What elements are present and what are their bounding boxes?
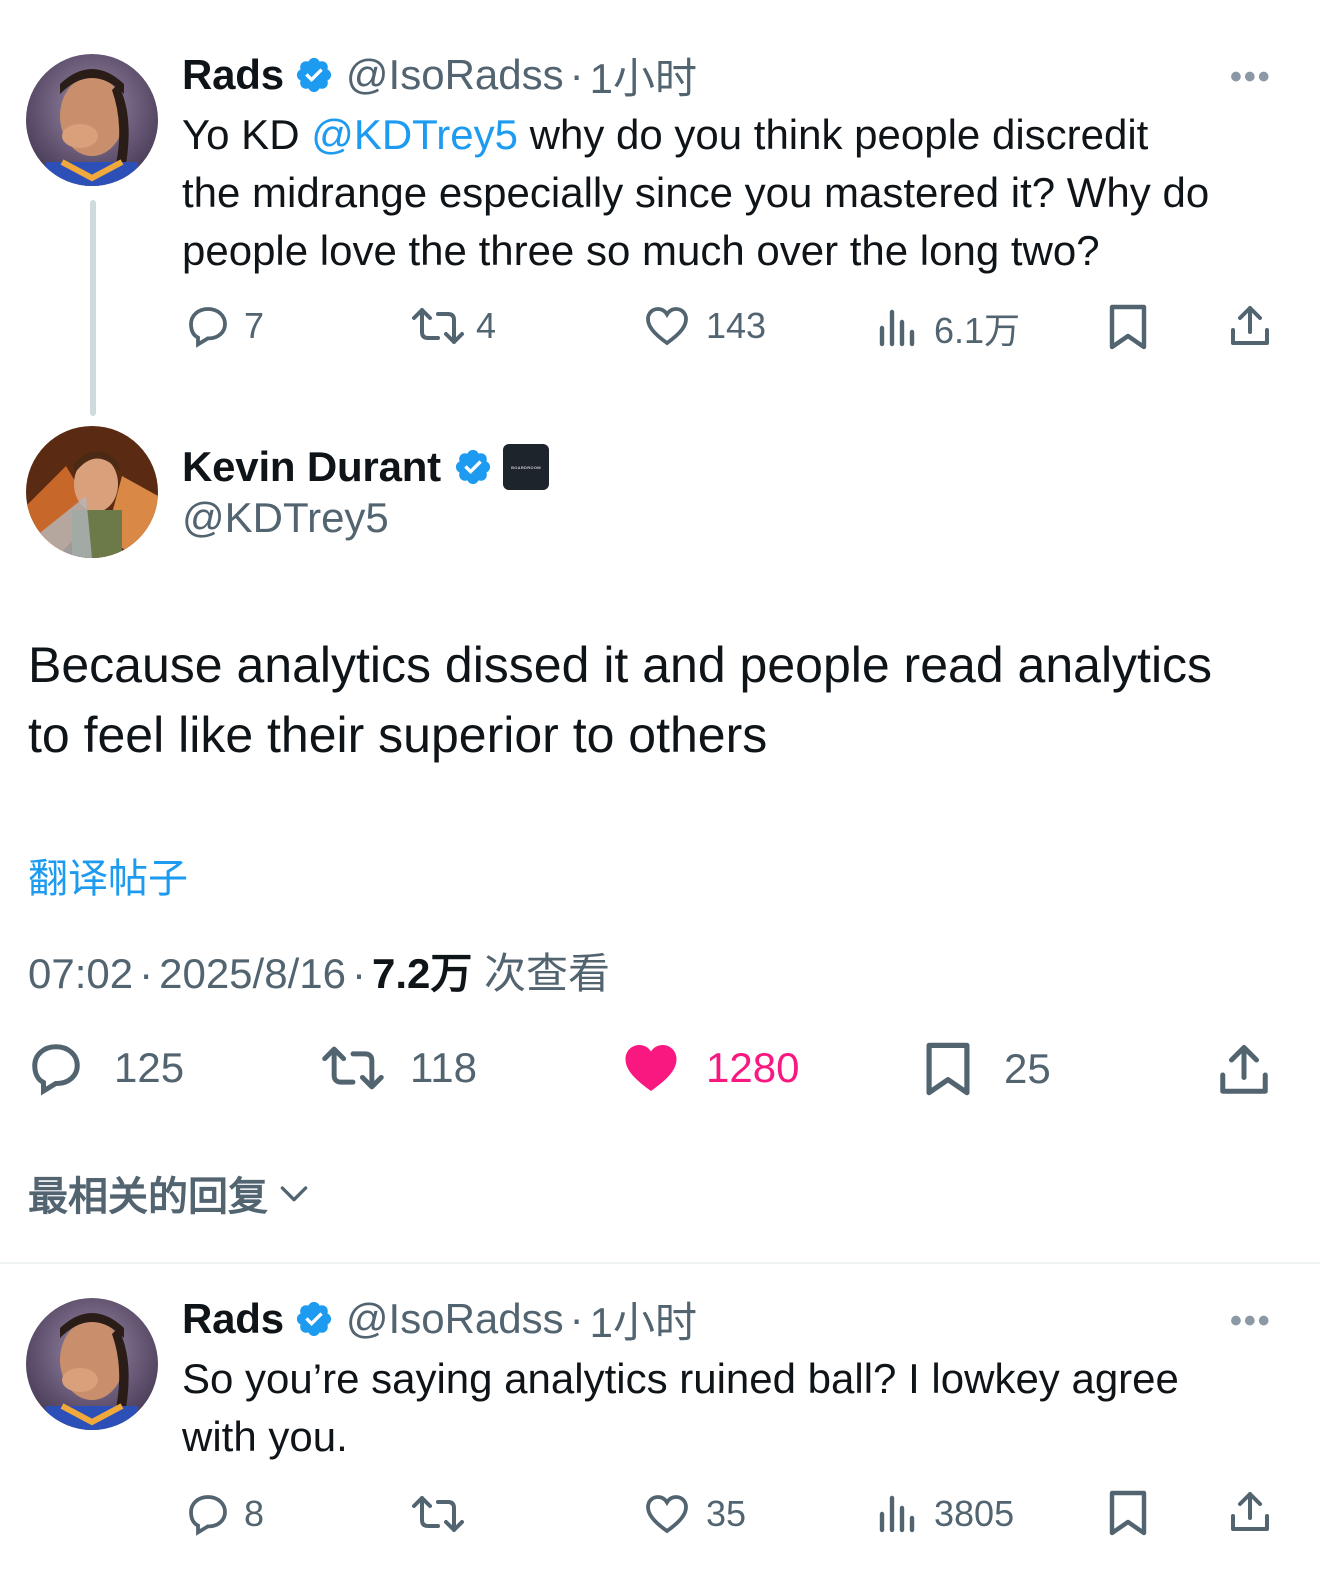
tweet-text-line: to feel like their superior to others [28,707,768,763]
like-button[interactable]: 1280 [620,1038,799,1098]
avatar-image [26,426,158,558]
replies-sort-label: 最相关的回复 [28,1175,268,1219]
more-icon[interactable]: ••• [1230,58,1272,97]
reply-icon [189,307,227,348]
tweet-date[interactable]: 2025/8/16 [159,950,346,997]
author-handle[interactable]: @IsoRadss [346,1295,564,1343]
affiliate-badge-boardroom[interactable]: BOARDROOM [502,444,549,490]
tweet-text-line: with you. [182,1413,348,1460]
like-icon-filled [625,1045,677,1091]
retweet-icon [412,308,464,344]
retweet-count: 118 [410,1044,477,1091]
verified-icon [294,55,334,95]
avatar-rads[interactable] [26,54,158,186]
share-icon [1220,1045,1268,1094]
reply-button[interactable]: 7 [184,302,264,350]
reply-button[interactable]: 125 [26,1038,184,1098]
share-icon [1231,1492,1269,1531]
tweet-time[interactable]: 1小时 [590,1289,697,1350]
bookmark-button[interactable]: 25 [922,1038,1051,1100]
bookmark-button[interactable] [1106,302,1150,357]
tweet3-text: So you’re saying analytics ruined ball? … [182,1350,1292,1466]
views-count: 7.2万 [371,950,473,997]
avatar-image [26,54,158,186]
replies-sort-dropdown[interactable]: 最相关的回复 [28,1164,314,1222]
like-count: 1280 [706,1044,800,1091]
reply-button[interactable]: 8 [184,1490,264,1538]
retweet-count: 4 [476,305,497,346]
tweet-text-line: the midrange especially since you master… [182,169,1210,216]
tweet2-text: Because analytics dissed it and people r… [28,630,1298,770]
author-handle[interactable]: @IsoRadss [346,51,564,99]
avatar-kevin-durant[interactable] [26,426,158,558]
author-name[interactable]: Rads [182,51,284,99]
author-name[interactable]: Kevin Durant [182,443,441,491]
views-button[interactable]: 3805 [876,1490,1014,1538]
tweet-meta: 07:02 · 2025/8/16 · 7.2万 次查看 [28,950,611,997]
like-button[interactable]: 143 [642,302,766,350]
tweet-text-line: Yo KD @KDTrey5 why do you think people d… [182,111,1149,158]
like-icon [646,1495,688,1534]
views-count: 6.1万 [934,310,1021,351]
tweet3-header: Rads @IsoRadss · 1小时 [182,1294,697,1346]
section-divider [0,1262,1320,1264]
bookmark-icon [1109,1490,1147,1536]
bookmark-button[interactable] [1106,1488,1150,1543]
like-count: 143 [706,305,767,346]
avatar-rads[interactable] [26,1298,158,1430]
retweet-icon [412,1496,464,1532]
views-count: 3805 [934,1493,1015,1534]
views-button[interactable]: 6.1万 [876,302,1020,354]
tweet2-header: Kevin Durant BOARDROOM [182,440,549,494]
separator-dot: · [569,1295,584,1342]
chevron-down-icon [280,1186,308,1202]
bookmark-icon [1109,304,1147,350]
like-count: 35 [706,1493,747,1534]
like-icon [646,307,688,346]
views-label: 次查看 [472,950,611,997]
author-handle[interactable]: @KDTrey5 [182,494,389,542]
tweet-time[interactable]: 1小时 [590,45,697,106]
retweet-icon [322,1046,384,1090]
tweet1-text: Yo KD @KDTrey5 why do you think people d… [182,106,1292,280]
reply-count: 7 [244,305,265,346]
reply-count: 8 [244,1493,265,1534]
avatar-image [26,1298,158,1430]
mention-link[interactable]: @KDTrey5 [311,111,518,158]
share-button[interactable] [1226,302,1274,355]
author-name[interactable]: Rads [182,1295,284,1343]
thread-connector-line [90,200,96,416]
translate-post-link[interactable]: 翻译帖子 [28,846,188,904]
bookmark-icon [926,1042,970,1096]
share-icon [1231,306,1269,345]
more-icon[interactable]: ••• [1230,1302,1272,1341]
tweet1-header: Rads @IsoRadss · 1小时 [182,50,697,102]
like-button[interactable]: 35 [642,1490,746,1538]
verified-icon [453,447,493,487]
views-icon [879,1495,915,1533]
views-icon [879,309,915,347]
bookmark-count: 25 [1004,1045,1051,1092]
retweet-button[interactable]: 4 [410,302,496,350]
separator-dot: · [569,51,584,98]
tweet-time[interactable]: 07:02 [28,950,133,997]
tweet-text-line: Because analytics dissed it and people r… [28,637,1213,693]
tweet-text-line: So you’re saying analytics ruined ball? … [182,1355,1179,1402]
share-button[interactable] [1226,1488,1274,1541]
reply-icon [189,1495,227,1536]
retweet-button[interactable] [410,1490,476,1538]
reply-icon [32,1044,80,1096]
share-button[interactable] [1214,1040,1274,1105]
reply-count: 125 [114,1044,185,1091]
retweet-button[interactable]: 118 [320,1038,477,1098]
tweet-text-line: people love the three so much over the l… [182,227,1100,274]
verified-icon [294,1299,334,1339]
